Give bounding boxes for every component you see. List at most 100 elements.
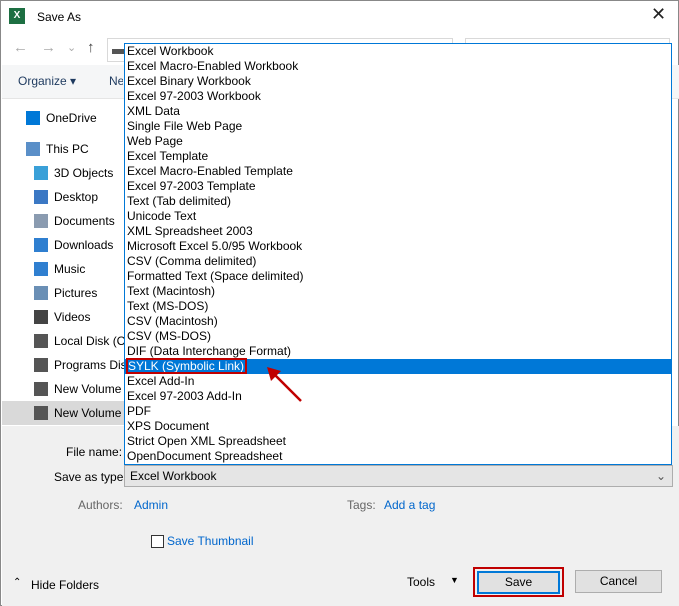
sidebar-item-label: Documents <box>54 214 115 228</box>
dropdown-option[interactable]: Microsoft Excel 5.0/95 Workbook <box>125 239 671 254</box>
dropdown-option[interactable]: Excel 97-2003 Add-In <box>125 389 671 404</box>
sidebar-item[interactable]: 3D Objects <box>2 161 124 185</box>
option-label: Excel 97-2003 Add-In <box>127 389 242 403</box>
forward-icon[interactable]: → <box>41 39 56 56</box>
option-label: Single File Web Page <box>127 119 243 133</box>
dropdown-option[interactable]: Excel Add-In <box>125 374 671 389</box>
sidebar-item[interactable]: Desktop <box>2 185 124 209</box>
dropdown-option[interactable]: Text (Tab delimited) <box>125 194 671 209</box>
dropdown-option[interactable]: OpenDocument Spreadsheet <box>125 449 671 464</box>
caret-down-icon[interactable]: ▼ <box>450 575 459 585</box>
dropdown-option[interactable]: Excel Workbook <box>125 44 671 59</box>
option-label: Excel Template <box>127 149 209 163</box>
dropdown-option[interactable]: DIF (Data Interchange Format) <box>125 344 671 359</box>
dropdown-option[interactable]: Web Page <box>125 134 671 149</box>
desktop-icon <box>34 190 48 204</box>
tools-button[interactable]: Tools <box>407 575 435 589</box>
new-folder-button[interactable]: New folder <box>109 74 123 88</box>
option-label: XML Data <box>127 104 180 118</box>
save-as-type-value: Excel Workbook <box>130 469 217 483</box>
sidebar-item[interactable]: Videos <box>2 305 124 329</box>
option-label: DIF (Data Interchange Format) <box>127 344 292 358</box>
sidebar-item-label: Downloads <box>54 238 114 252</box>
option-label: Text (MS-DOS) <box>127 299 209 313</box>
save-thumbnail-checkbox[interactable] <box>151 535 164 548</box>
save-button[interactable]: Save <box>477 571 560 594</box>
sidebar-item-label: Local Disk (C:) <box>54 334 124 348</box>
dropdown-option[interactable]: Strict Open XML Spreadsheet <box>125 434 671 449</box>
sidebar-item[interactable]: Documents <box>2 209 124 233</box>
dropdown-option[interactable]: CSV (MS-DOS) <box>125 329 671 344</box>
dropdown-option[interactable]: Excel Template <box>125 149 671 164</box>
dropdown-option[interactable]: CSV (Comma delimited) <box>125 254 671 269</box>
option-label: Excel Macro-Enabled Template <box>127 164 293 178</box>
sidebar-item-label: Desktop <box>54 190 99 204</box>
sidebar-item-label: New Volume <box>54 406 122 420</box>
tags-value[interactable]: Add a tag <box>384 498 435 512</box>
file-name-label: File name: <box>66 445 123 459</box>
excel-icon: X <box>9 8 25 24</box>
dropdown-option[interactable]: XPS Document <box>125 419 671 434</box>
sidebar-item[interactable]: Local Disk (C:) <box>2 329 124 353</box>
save-as-type-dropdown-list[interactable]: Excel Workbook Excel Macro-Enabled Workbo… <box>124 43 672 465</box>
back-icon[interactable]: ← <box>13 39 28 56</box>
drive-icon <box>34 358 48 372</box>
cloud-icon <box>26 111 40 125</box>
dropdown-option[interactable]: XML Spreadsheet 2003 <box>125 224 671 239</box>
save-as-type-select[interactable]: Excel Workbook ⌄ <box>124 465 673 487</box>
dropdown-option[interactable]: Excel Macro-Enabled Workbook <box>125 59 671 74</box>
authors-label: Authors: <box>78 498 123 512</box>
close-button[interactable]: ✕ <box>651 4 666 25</box>
organize-button[interactable]: Organize ▾ <box>18 74 76 88</box>
option-label: Strict Open XML Spreadsheet <box>127 434 286 448</box>
recent-locations-icon[interactable]: ⌄ <box>67 41 76 54</box>
drive-icon <box>34 406 48 420</box>
sidebar-item[interactable]: Pictures <box>2 281 124 305</box>
option-label: Formatted Text (Space delimited) <box>127 269 304 283</box>
sidebar-item[interactable]: New Volume <box>2 377 124 401</box>
sidebar-item[interactable]: New Volume <box>2 401 124 425</box>
save-as-type-label: Save as type: <box>54 470 127 484</box>
dropdown-option[interactable]: Excel Macro-Enabled Template <box>125 164 671 179</box>
dropdown-option[interactable]: SYLK (Symbolic Link) <box>125 358 671 374</box>
dropdown-option[interactable]: Excel 97-2003 Workbook <box>125 89 671 104</box>
sidebar-item[interactable]: This PC <box>2 137 124 161</box>
dropdown-option[interactable]: Single File Web Page <box>125 119 671 134</box>
dropdown-option[interactable]: Excel 97-2003 Template <box>125 179 671 194</box>
drive-icon <box>34 382 48 396</box>
option-label: Excel 97-2003 Template <box>127 179 256 193</box>
tags-label: Tags: <box>347 498 376 512</box>
dropdown-option[interactable]: Excel Binary Workbook <box>125 74 671 89</box>
sidebar-item-label: OneDrive <box>46 111 97 125</box>
option-label: Excel Macro-Enabled Workbook <box>127 59 299 73</box>
navigation-pane: OneDrive This PC 3D Objects Desktop Document… <box>2 101 124 426</box>
dropdown-option[interactable]: Text (MS-DOS) <box>125 299 671 314</box>
option-label: CSV (Macintosh) <box>127 314 218 328</box>
chevron-up-icon[interactable]: ⌃ <box>13 577 21 588</box>
up-icon[interactable]: ↑ <box>87 39 95 56</box>
dropdown-option[interactable]: XML Data <box>125 104 671 119</box>
drive-icon <box>34 334 48 348</box>
hide-folders-button[interactable]: Hide Folders <box>31 578 99 592</box>
computer-icon <box>26 142 40 156</box>
sidebar-item[interactable]: Programs Disk <box>2 353 124 377</box>
sidebar-item[interactable]: Downloads <box>2 233 124 257</box>
authors-value[interactable]: Admin <box>134 498 168 512</box>
sidebar-item[interactable]: Music <box>2 257 124 281</box>
sidebar-item-label: New Volume <box>54 382 122 396</box>
sidebar-item[interactable]: OneDrive <box>2 106 124 130</box>
sidebar-item-label: Music <box>54 262 86 276</box>
option-label: Unicode Text <box>127 209 197 223</box>
dropdown-option[interactable]: PDF <box>125 404 671 419</box>
option-label: XPS Document <box>127 419 210 433</box>
dropdown-option[interactable]: Unicode Text <box>125 209 671 224</box>
chevron-down-icon: ⌄ <box>655 469 666 483</box>
sidebar-item-label: 3D Objects <box>54 166 114 180</box>
dropdown-option[interactable]: CSV (Macintosh) <box>125 314 671 329</box>
save-thumbnail-label[interactable]: Save Thumbnail <box>167 534 254 548</box>
option-label: Excel Binary Workbook <box>127 74 251 88</box>
dropdown-option[interactable]: Formatted Text (Space delimited) <box>125 269 671 284</box>
window-title: Save As <box>37 10 82 24</box>
dropdown-option[interactable]: Text (Macintosh) <box>125 284 671 299</box>
cancel-button[interactable]: Cancel <box>575 570 662 593</box>
